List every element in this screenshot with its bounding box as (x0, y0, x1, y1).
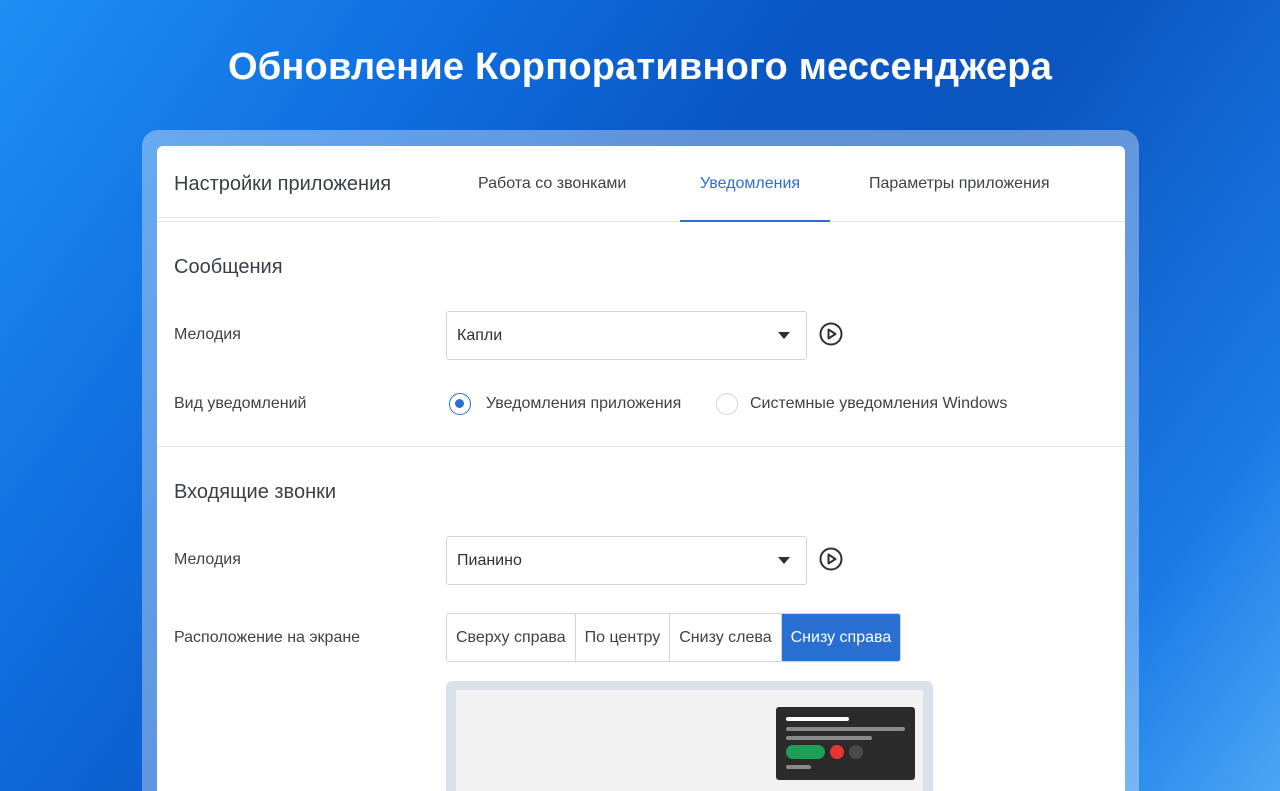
position-center-button[interactable]: По центру (575, 614, 671, 661)
page-headline: Обновление Корпоративного мессенджера (227, 46, 1053, 88)
decline-call-icon (830, 745, 844, 759)
radio-app-notifications-label: Уведомления приложения (486, 395, 682, 412)
settings-window: Настройки приложения Работа со звонками … (157, 146, 1125, 791)
mute-call-icon (849, 745, 863, 759)
notification-view-label: Вид уведомлений (174, 395, 307, 412)
active-tab-indicator (680, 220, 830, 222)
position-bottom-right-button[interactable]: Снизу справа (781, 614, 901, 661)
section-title-messages: Сообщения (174, 256, 283, 278)
play-circle-icon[interactable] (819, 547, 843, 571)
tab-notifications[interactable]: Уведомления (700, 175, 800, 193)
messages-melody-value: Капли (457, 327, 503, 344)
tab-app-parameters[interactable]: Параметры приложения (869, 175, 1050, 193)
section-divider (157, 446, 1125, 447)
settings-header: Настройки приложения Работа со звонками … (157, 146, 1125, 222)
play-circle-icon[interactable] (819, 322, 843, 346)
call-toast-preview (776, 707, 915, 780)
screen-position-selector: Сверху справа По центру Снизу слева Сниз… (446, 613, 902, 662)
messages-melody-select[interactable]: Капли (446, 311, 807, 360)
chevron-down-icon (778, 557, 790, 564)
settings-title: Настройки приложения (174, 173, 392, 195)
calls-melody-value: Пианино (457, 552, 522, 569)
accept-call-icon (786, 745, 825, 759)
section-title-incoming-calls: Входящие звонки (174, 481, 337, 503)
position-top-right-button[interactable]: Сверху справа (447, 614, 576, 661)
radio-windows-notifications[interactable] (716, 393, 738, 415)
toast-title-line (786, 717, 849, 721)
tab-calls[interactable]: Работа со звонками (478, 175, 626, 193)
toast-footer-line (786, 765, 811, 769)
messages-melody-label: Мелодия (174, 326, 241, 343)
radio-windows-notifications-label: Системные уведомления Windows (750, 395, 1008, 412)
calls-melody-label: Мелодия (174, 551, 241, 568)
chevron-down-icon (778, 332, 790, 339)
screen-position-label: Расположение на экране (174, 629, 361, 646)
title-divider (157, 217, 439, 218)
position-bottom-left-button[interactable]: Снизу слева (670, 614, 782, 661)
toast-text-line (786, 736, 872, 740)
calls-melody-select[interactable]: Пианино (446, 536, 807, 585)
radio-app-notifications[interactable] (449, 393, 471, 415)
toast-text-line (786, 727, 905, 731)
